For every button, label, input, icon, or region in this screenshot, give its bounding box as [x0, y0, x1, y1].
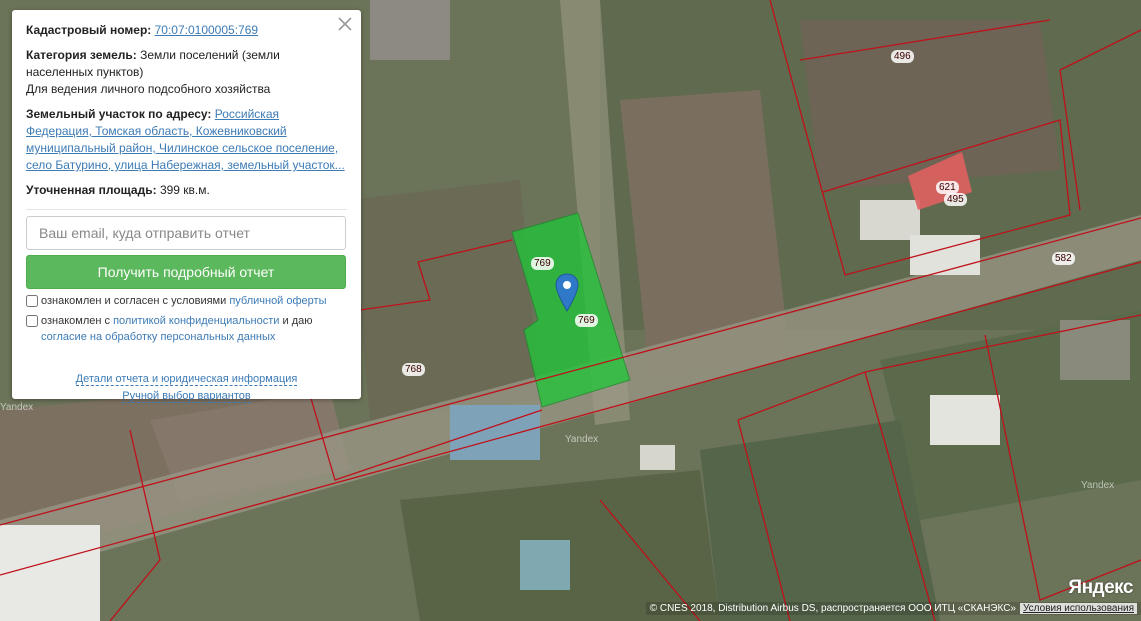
land-category-label: Категория земель:: [26, 48, 137, 62]
terms-of-use-link[interactable]: Условия использования: [1020, 603, 1137, 614]
plot-label-768[interactable]: 768: [402, 363, 425, 376]
privacy-consent-label: ознакомлен с: [41, 315, 114, 327]
data-processing-consent-link[interactable]: согласие на обработку персональных данны…: [41, 331, 275, 343]
area-label: Уточненная площадь:: [26, 183, 157, 197]
privacy-consent-checkbox[interactable]: [26, 315, 38, 327]
plot-label-496[interactable]: 496: [891, 50, 914, 63]
land-usage-value: Для ведения личного подсобного хозяйства: [26, 82, 271, 96]
plot-label-769[interactable]: 769: [531, 257, 554, 270]
privacy-policy-link[interactable]: политикой конфиденциальности: [113, 315, 279, 327]
privacy-consent-mid: и даю: [279, 315, 313, 327]
offer-consent-text: ознакомлен и согласен с условиями публич…: [41, 293, 327, 309]
privacy-consent-checkbox-row[interactable]: ознакомлен с политикой конфиденциальност…: [26, 313, 347, 345]
location-pin-icon[interactable]: [555, 273, 579, 313]
report-details-link[interactable]: Детали отчета и юридическая информация: [75, 373, 298, 386]
plot-info-card: Кадастровый номер: 70:07:0100005:769 Кат…: [12, 10, 361, 403]
get-report-button[interactable]: Получить подробный отчет: [26, 255, 346, 289]
close-icon[interactable]: [337, 16, 353, 32]
offer-consent-checkbox-row[interactable]: ознакомлен и согласен с условиями публич…: [26, 293, 347, 309]
cadastral-number-link[interactable]: 70:07:0100005:769: [155, 23, 258, 37]
address-row: Земельный участок по адресу: Российская …: [26, 106, 347, 174]
email-input[interactable]: [26, 216, 346, 250]
manual-selection-link[interactable]: Ручной выбор вариантов: [122, 390, 251, 403]
card-footer-links: Детали отчета и юридическая информация Р…: [26, 371, 347, 405]
address-label: Земельный участок по адресу:: [26, 107, 212, 121]
offer-consent-checkbox[interactable]: [26, 295, 38, 307]
land-category-row: Категория земель: Земли поселений (земли…: [26, 47, 347, 98]
area-value: 399 кв.м.: [159, 183, 210, 197]
yandex-watermark: Yandex: [1081, 480, 1115, 491]
plot-label-769-secondary[interactable]: 769: [575, 314, 598, 327]
plot-label-495[interactable]: 495: [944, 193, 967, 206]
map-copyright: © CNES 2018, Distribution Airbus DS, рас…: [645, 602, 1141, 615]
cadastral-number-row: Кадастровый номер: 70:07:0100005:769: [26, 22, 347, 39]
cadastral-number-label: Кадастровый номер:: [26, 23, 152, 37]
public-offer-link[interactable]: публичной оферты: [229, 295, 326, 307]
yandex-watermark: Yandex: [565, 434, 599, 445]
yandex-logo: Яндекс: [1068, 577, 1133, 598]
area-row: Уточненная площадь: 399 кв.м.: [26, 182, 347, 199]
privacy-consent-text: ознакомлен с политикой конфиденциальност…: [41, 313, 312, 345]
copyright-text: © CNES 2018, Distribution Airbus DS, рас…: [649, 603, 1016, 614]
divider: [26, 209, 347, 210]
offer-consent-label: ознакомлен и согласен с условиями: [41, 295, 230, 307]
plot-label-582[interactable]: 582: [1052, 252, 1075, 265]
